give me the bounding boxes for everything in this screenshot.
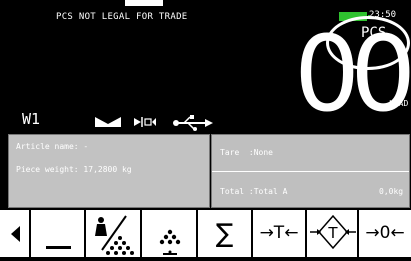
sum-icon: ∑ — [215, 219, 234, 249]
scale-screen: PCS NOT LEGAL FOR TRADE 23:50 00 PCS LOA… — [0, 0, 411, 257]
zero-center-icon — [95, 113, 121, 127]
unit-label: PCS — [361, 25, 387, 41]
tare-icon: →T← — [259, 223, 299, 243]
tare-total-panel: Tare :None Total :Total A 0,0kg — [211, 134, 410, 208]
panel-divider — [212, 171, 409, 172]
chevron-left-icon — [0, 226, 29, 261]
legal-text: PCS NOT LEGAL FOR TRADE — [56, 12, 188, 22]
stable-icon — [133, 113, 157, 127]
sample-count-button[interactable] — [140, 210, 196, 257]
preset-tare-button[interactable]: T — [305, 210, 357, 257]
scroll-left-button[interactable] — [0, 210, 32, 257]
enter-key-button[interactable] — [29, 210, 84, 257]
function-toolbar: ∑ →T← T →0← — [0, 210, 411, 257]
svg-text:T: T — [327, 224, 338, 242]
total-info: Total :Total A — [220, 187, 288, 196]
sum-button[interactable]: ∑ — [196, 210, 251, 257]
scale-label: W1 — [22, 110, 41, 128]
piece-weight: Piece weight: 17,2800 kg — [16, 165, 132, 174]
tare-button[interactable]: →T← — [251, 210, 305, 257]
piece-weight-button[interactable] — [84, 210, 140, 257]
zero-icon: →0← — [365, 223, 405, 243]
tare-info: Tare :None — [220, 148, 273, 157]
usb-icon — [172, 113, 214, 131]
top-tab — [125, 0, 163, 6]
zero-button[interactable]: →0← — [357, 210, 411, 257]
article-name: Article name: - — [16, 142, 89, 151]
article-panel: Article name: - Piece weight: 17,2800 kg — [8, 134, 210, 208]
load-label: LOAD — [389, 99, 409, 108]
total-value: 0,0kg — [379, 187, 404, 196]
